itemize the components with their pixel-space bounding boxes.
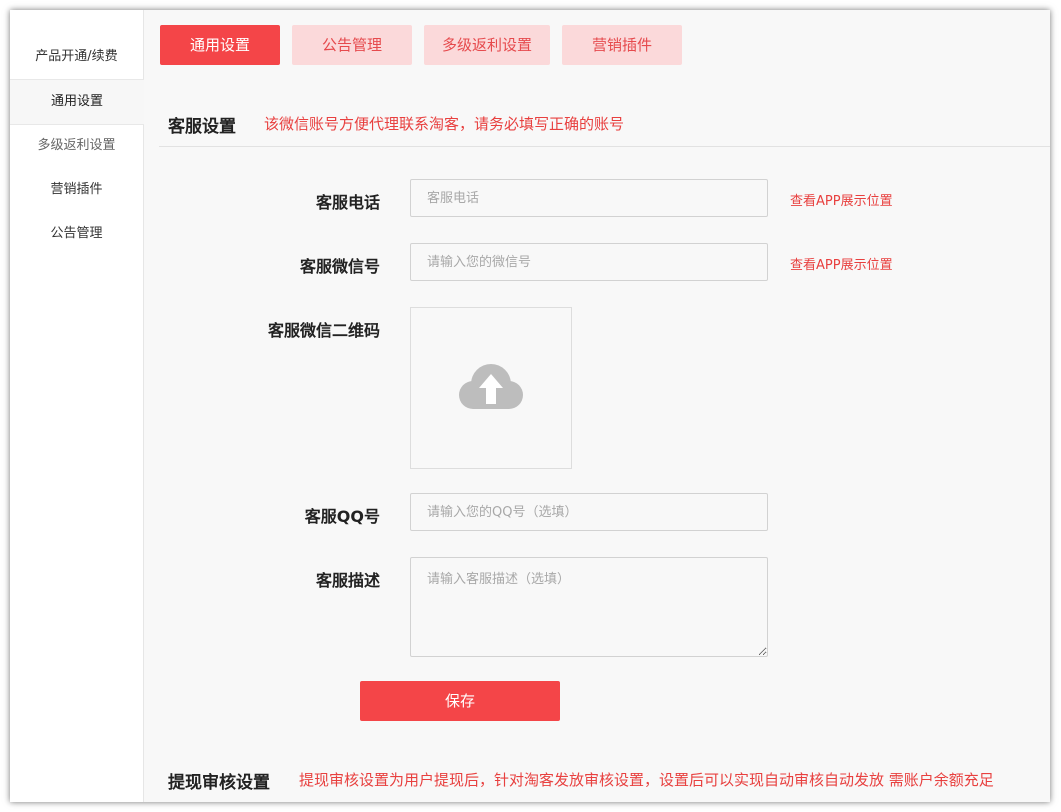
sidebar-item-product-renewal[interactable]: 产品开通/续费 xyxy=(10,35,143,79)
sidebar-item-multilevel-rebate[interactable]: 多级返利设置 xyxy=(10,124,143,168)
wechat-input[interactable] xyxy=(410,243,768,281)
wechat-label: 客服微信号 xyxy=(299,257,380,276)
withdraw-review-note: 提现审核设置为用户提现后，针对淘客发放审核设置，设置后可以实现自动审核自动发放 … xyxy=(299,771,994,789)
customer-service-note: 该微信账号方便代理联系淘客，请务必填写正确的账号 xyxy=(264,115,625,133)
description-label: 客服描述 xyxy=(315,571,380,590)
qrcode-label: 客服微信二维码 xyxy=(267,321,380,340)
phone-view-app-position-link[interactable]: 查看APP展示位置 xyxy=(790,190,893,209)
tab-announcements[interactable]: 公告管理 xyxy=(292,25,412,65)
tab-general-settings[interactable]: 通用设置 xyxy=(160,25,280,65)
sidebar-item-announcements[interactable]: 公告管理 xyxy=(10,212,143,256)
customer-service-title: 客服设置 xyxy=(168,117,236,137)
cloud-upload-icon xyxy=(459,364,523,409)
description-textarea[interactable] xyxy=(410,557,768,657)
qrcode-upload-box[interactable] xyxy=(410,307,572,469)
tab-marketing-plugins[interactable]: 营销插件 xyxy=(562,25,682,65)
sidebar-item-general-settings[interactable]: 通用设置 xyxy=(10,79,144,125)
qq-input[interactable] xyxy=(410,493,768,531)
tab-multilevel-rebate[interactable]: 多级返利设置 xyxy=(424,25,550,65)
wechat-view-app-position-link[interactable]: 查看APP展示位置 xyxy=(790,254,893,273)
withdraw-review-title: 提现审核设置 xyxy=(168,773,270,793)
sidebar-item-marketing-plugins[interactable]: 营销插件 xyxy=(10,168,143,212)
phone-input[interactable] xyxy=(410,179,768,217)
qq-label: 客服QQ号 xyxy=(304,507,380,526)
app-window: 产品开通/续费 通用设置 多级返利设置 营销插件 公告管理 通用设置 公告管理 … xyxy=(10,10,1050,802)
sidebar: 产品开通/续费 通用设置 多级返利设置 营销插件 公告管理 xyxy=(10,10,144,802)
save-button[interactable]: 保存 xyxy=(360,681,560,721)
phone-label: 客服电话 xyxy=(315,193,380,212)
section-divider xyxy=(159,146,1050,147)
